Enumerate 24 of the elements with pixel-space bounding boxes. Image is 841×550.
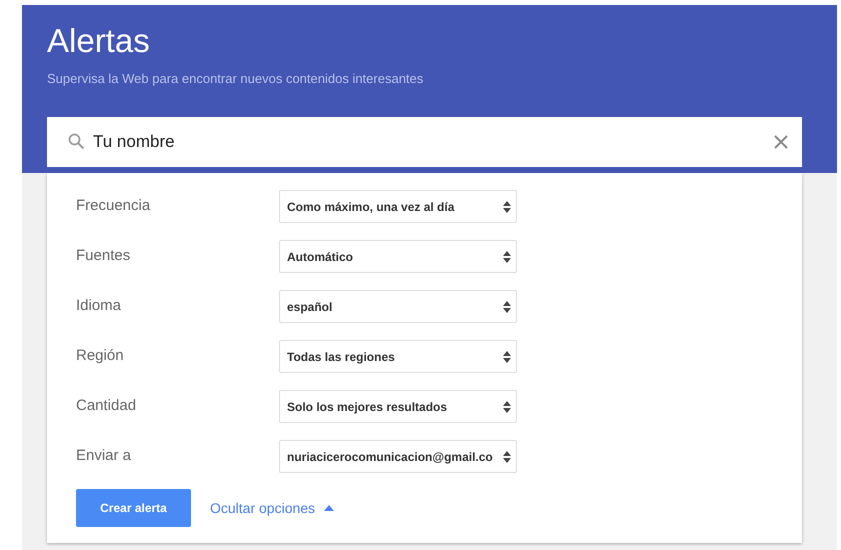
option-label: Fuentes: [76, 246, 132, 266]
stepper-arrows-icon: [503, 200, 511, 212]
stepper-arrows-icon: [503, 300, 511, 312]
stepper-arrows-icon: [503, 350, 511, 362]
option-select[interactable]: Automático: [279, 240, 517, 273]
search-icon: [68, 133, 85, 150]
option-select[interactable]: Solo los mejores resultados: [279, 390, 517, 423]
option-select[interactable]: Todas las regiones: [279, 340, 517, 373]
option-label: Cantidad: [76, 396, 138, 416]
page-subtitle: Supervisa la Web para encontrar nuevos contenidos interesantes: [47, 70, 424, 88]
stepper-arrows-icon: [503, 400, 511, 412]
option-label: Región: [76, 346, 125, 366]
option-select[interactable]: Como máximo, una vez al día: [279, 190, 517, 223]
option-label: Enviar a: [76, 446, 132, 466]
option-label: Idioma: [76, 296, 122, 316]
search-input[interactable]: Tu nombre: [93, 128, 770, 154]
search-field[interactable]: Tu nombre: [47, 116, 802, 166]
stepper-arrows-icon: [503, 450, 511, 462]
option-select[interactable]: nuriacicerocomunicacion@gmail.co: [279, 440, 517, 473]
page-title: Alertas: [47, 23, 150, 59]
stepper-arrows-icon: [503, 250, 511, 262]
hide-options-link[interactable]: Ocultar opciones: [210, 498, 334, 518]
option-select[interactable]: español: [279, 290, 517, 323]
option-label: Frecuencia: [76, 196, 152, 216]
